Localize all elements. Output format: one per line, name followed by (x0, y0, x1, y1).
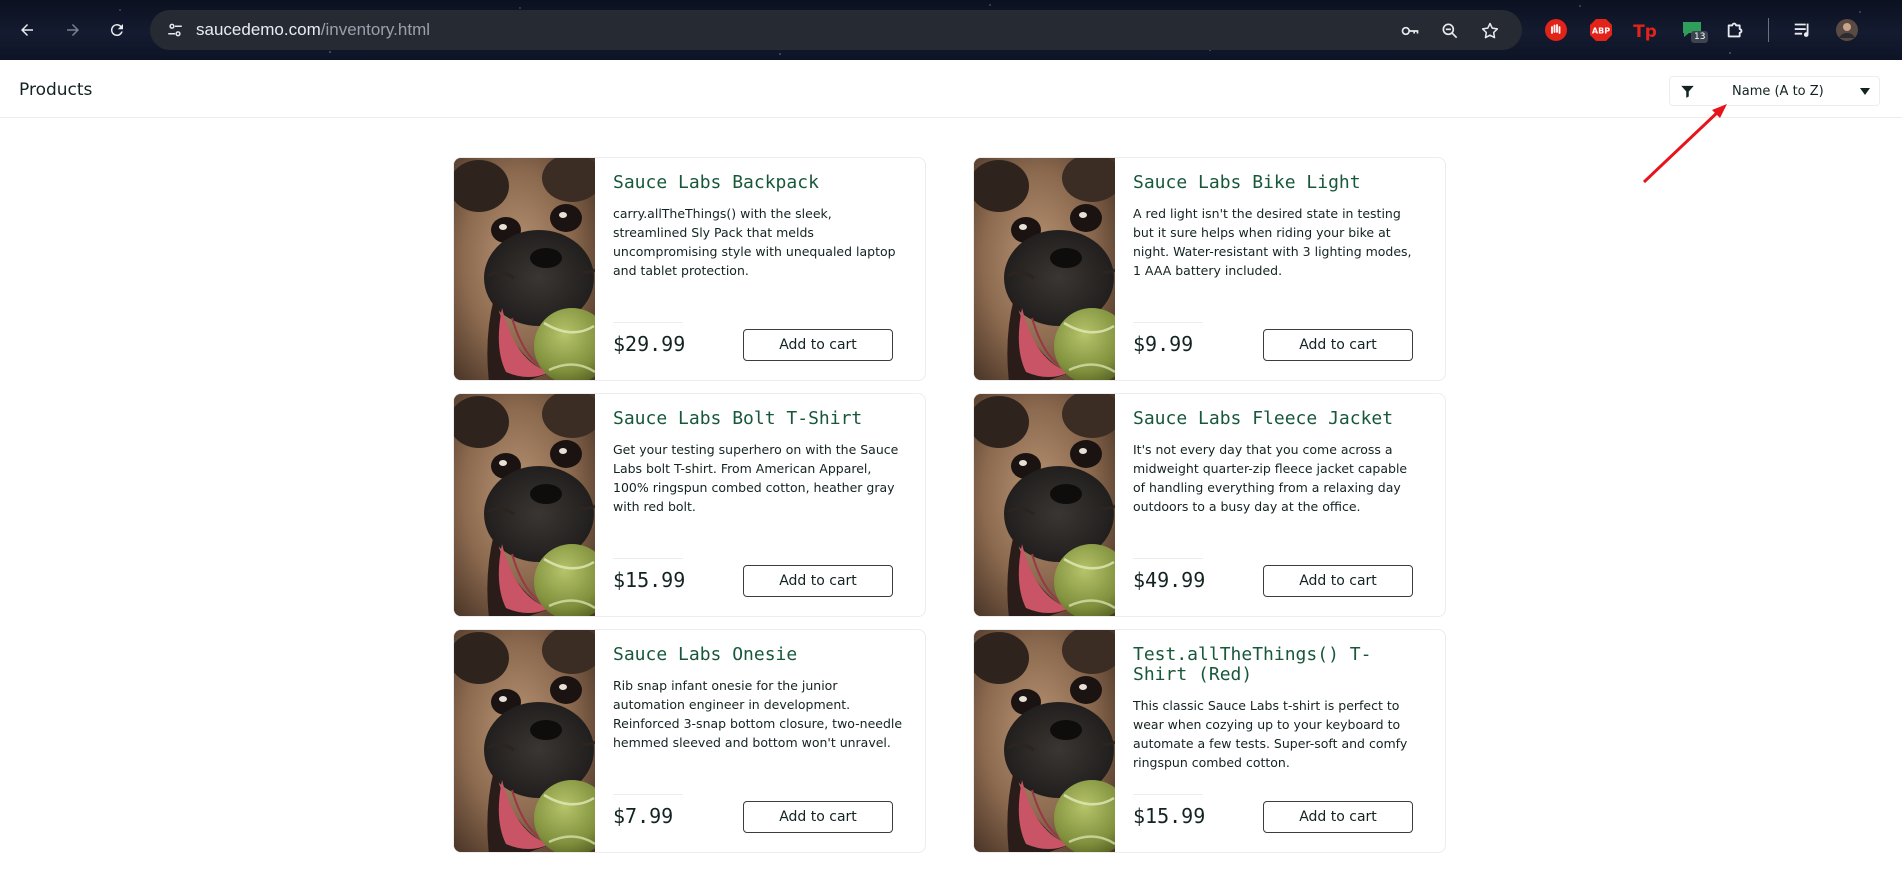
extensions-button[interactable] (1723, 17, 1749, 43)
tp-extension-icon: Tp (1633, 22, 1657, 42)
adblock-extension[interactable]: ABP (1588, 17, 1614, 43)
reload-icon (110, 24, 123, 37)
product-description: A red light isn't the desired state in t… (1133, 206, 1412, 278)
add-to-cart-button[interactable]: Add to cart (743, 329, 893, 361)
product-image[interactable] (454, 158, 595, 380)
url-path: /inventory.html (320, 20, 431, 39)
add-to-cart-button[interactable]: Add to cart (743, 801, 893, 833)
forward-icon (67, 24, 79, 36)
profile-button[interactable] (1834, 17, 1860, 43)
product-name[interactable]: Sauce Labs Bike Light (1133, 173, 1423, 193)
svg-text:Tp: Tp (1633, 22, 1657, 42)
product-price: $15.99 (613, 568, 686, 592)
product-price: $29.99 (613, 332, 686, 356)
media-queue-button[interactable] (1790, 17, 1816, 43)
browser-toolbar: saucedemo.com/inventory.html ABP Tp 13 (0, 0, 1902, 60)
price-divider (1133, 558, 1203, 559)
pug-photo-icon (454, 394, 595, 616)
price-divider (613, 794, 683, 795)
product-name[interactable]: Test.allTheThings() T-Shirt (Red) (1133, 645, 1423, 685)
pug-photo-icon (454, 630, 595, 852)
forward-button[interactable] (57, 14, 89, 46)
media-queue-icon (1794, 23, 1809, 37)
price-divider (1133, 794, 1203, 795)
product-description: This classic Sauce Labs t-shirt is perfe… (1133, 698, 1408, 770)
secondary-header: Products Name (A to Z) (0, 60, 1902, 118)
inventory-item: Sauce Labs Bolt T-Shirt Get your testing… (453, 393, 926, 617)
price-divider (1133, 322, 1203, 323)
password-key-icon[interactable] (1400, 21, 1420, 41)
bookmark-star-icon[interactable] (1480, 21, 1500, 41)
extensions-puzzle-icon (1727, 22, 1743, 38)
chat-extension[interactable]: 13 (1679, 17, 1709, 43)
stop-hand-extension[interactable] (1543, 17, 1569, 43)
product-name[interactable]: Sauce Labs Backpack (613, 173, 903, 193)
extension-badge: 13 (1691, 31, 1709, 43)
inventory-item: Sauce Labs Backpack carry.allTheThings()… (453, 157, 926, 381)
pug-photo-icon (974, 630, 1115, 852)
product-description: It's not every day that you come across … (1133, 442, 1408, 514)
annotation-arrow (1642, 104, 1727, 184)
sort-selected-value: Name (A to Z) (1732, 84, 1824, 99)
inventory-item: Sauce Labs Fleece Jacket It's not every … (973, 393, 1446, 617)
add-to-cart-button[interactable]: Add to cart (743, 565, 893, 597)
filter-icon (1681, 85, 1694, 98)
product-description: carry.allTheThings() with the sleek, str… (613, 206, 896, 278)
adblock-extension-icon: ABP (1590, 19, 1612, 41)
product-price: $7.99 (613, 804, 674, 828)
reload-button[interactable] (101, 14, 133, 46)
back-icon (21, 24, 33, 36)
back-button[interactable] (11, 14, 43, 46)
pug-photo-icon (974, 158, 1115, 380)
inventory-item: Sauce Labs Onesie Rib snap infant onesie… (453, 629, 926, 853)
add-to-cart-button[interactable]: Add to cart (1263, 565, 1413, 597)
svg-text:ABP: ABP (1592, 27, 1610, 36)
product-image[interactable] (974, 158, 1115, 380)
product-price: $9.99 (1133, 332, 1194, 356)
product-description: Get your testing superhero on with the S… (613, 442, 899, 514)
product-name[interactable]: Sauce Labs Bolt T-Shirt (613, 409, 903, 429)
inventory-item: Sauce Labs Bike Light A red light isn't … (973, 157, 1446, 381)
inventory-item: Test.allTheThings() T-Shirt (Red) This c… (973, 629, 1446, 853)
product-image[interactable] (974, 630, 1115, 852)
product-description: Rib snap infant onesie for the junior au… (613, 678, 903, 750)
product-name[interactable]: Sauce Labs Fleece Jacket (1133, 409, 1423, 429)
product-price: $49.99 (1133, 568, 1206, 592)
pug-photo-icon (454, 158, 595, 380)
stop-hand-extension-icon (1545, 19, 1567, 41)
product-image[interactable] (454, 630, 595, 852)
tp-extension[interactable]: Tp (1632, 17, 1658, 43)
price-divider (613, 558, 683, 559)
product-name[interactable]: Sauce Labs Onesie (613, 645, 903, 665)
add-to-cart-button[interactable]: Add to cart (1263, 801, 1413, 833)
zoom-icon[interactable] (1440, 21, 1460, 41)
site-info-icon[interactable] (166, 21, 184, 39)
profile-avatar-icon (1836, 19, 1858, 41)
address-bar[interactable]: saucedemo.com/inventory.html (150, 10, 1522, 50)
product-image[interactable] (974, 394, 1115, 616)
page-title: Products (19, 80, 93, 100)
toolbar-divider (1768, 18, 1769, 42)
chevron-down-icon (1860, 88, 1870, 95)
url-text[interactable]: saucedemo.com/inventory.html (196, 20, 430, 40)
product-image[interactable] (454, 394, 595, 616)
inventory-list: Sauce Labs Backpack carry.allTheThings()… (453, 157, 1447, 857)
url-host: saucedemo.com (196, 20, 321, 39)
pug-photo-icon (974, 394, 1115, 616)
price-divider (613, 322, 683, 323)
product-price: $15.99 (1133, 804, 1206, 828)
add-to-cart-button[interactable]: Add to cart (1263, 329, 1413, 361)
